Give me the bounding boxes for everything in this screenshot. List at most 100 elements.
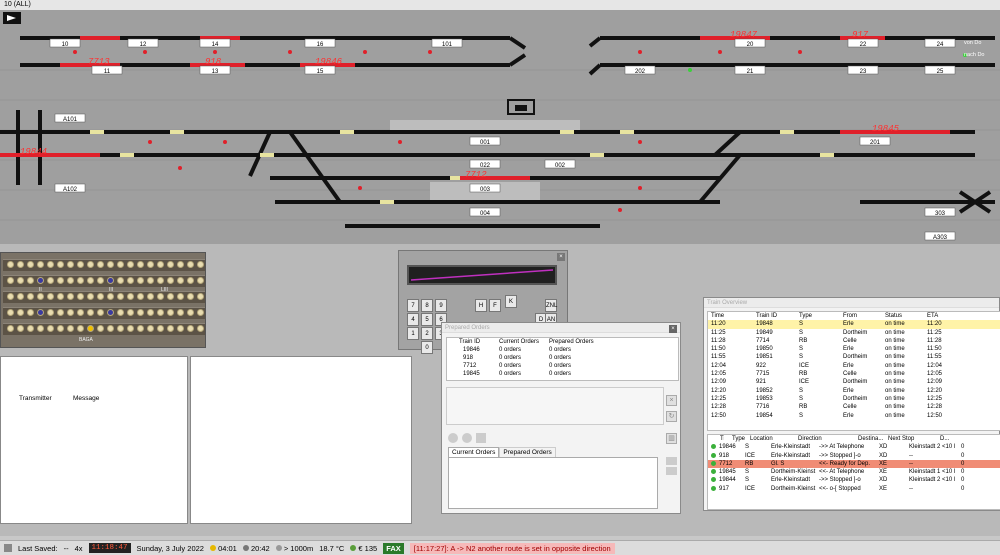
indicator-lamp[interactable] [37,277,44,284]
indicator-lamp[interactable] [187,277,194,284]
arrow-right-icon[interactable] [666,457,677,465]
indicator-lamp[interactable] [137,325,144,332]
indicator-lamp[interactable] [137,309,144,316]
indicator-lamp[interactable] [197,309,204,316]
table-row[interactable]: 12:25 19853 S Dortheim on time 12:25 [708,395,1000,403]
table-row[interactable]: 7712 0 orders 0 orders [447,362,678,370]
keypad-key[interactable]: 2 [421,327,433,340]
indicator-lamp[interactable] [47,309,54,316]
indicator-lamp[interactable] [157,293,164,300]
table-row[interactable]: 11:25 19849 S Dortheim on time 11:25 [708,329,1000,337]
close-icon[interactable]: × [666,395,677,406]
table-row[interactable]: 11:20 19848 S Erle on time 11:20 [708,320,1000,329]
indicator-lamp[interactable] [197,277,204,284]
table-row[interactable]: 917 ICE Dortheim-Kleinst <<- o-[ Stopped XE -… [708,485,1000,493]
indicator-lamp[interactable] [27,309,34,316]
indicator-lamp[interactable] [147,309,154,316]
indicator-lamp[interactable] [47,277,54,284]
table-row[interactable]: 918 0 orders 0 orders [447,354,678,362]
tab-current-orders[interactable]: Current Orders [448,447,500,457]
indicator-lamp[interactable] [67,309,74,316]
active-trains-table[interactable]: Trai... Type Location Direction Destina.… [707,434,1000,510]
indicator-lamp[interactable] [87,293,94,300]
indicator-lamp[interactable] [117,309,124,316]
record-icon[interactable] [462,433,472,443]
indicator-lamp[interactable] [167,309,174,316]
table-row[interactable]: 19844 S Erle-Kleinstadt ->> Stopped ]-o XD Kl… [708,476,1000,484]
indicator-lamp[interactable] [67,261,74,268]
table-row[interactable]: 11:28 7714 RB Celle on time 11:28 [708,337,1000,345]
indicator-lamp[interactable] [97,277,104,284]
indicator-lamp[interactable] [67,325,74,332]
indicator-lamp[interactable] [57,293,64,300]
indicator-lamp[interactable] [77,325,84,332]
indicator-lamp[interactable] [27,293,34,300]
indicator-lamp[interactable] [157,261,164,268]
message-log-right[interactable] [190,356,412,524]
table-row[interactable]: 12:50 19854 S Erle on time 12:50 [708,412,1000,420]
message-log-left[interactable]: Transmitter Message [0,356,188,524]
close-icon[interactable]: × [557,253,565,261]
prepared-orders-window[interactable]: Prepared Orders × Train ID Current Order… [441,322,681,514]
table-row[interactable]: 12:09 921 ICE Dortheim on time 12:09 [708,378,1000,386]
indicator-lamp[interactable] [77,261,84,268]
indicator-lamp[interactable] [37,293,44,300]
keypad-key[interactable]: 7 [407,299,419,312]
indicator-lamp[interactable] [77,277,84,284]
indicator-lamp[interactable] [7,293,14,300]
indicator-lamp[interactable] [127,309,134,316]
indicator-lamp[interactable] [97,293,104,300]
keypad-key[interactable]: 0 [421,341,433,354]
indicator-lamp[interactable] [67,293,74,300]
table-row[interactable]: 19845 0 orders 0 orders [447,370,678,378]
indicator-lamp[interactable] [87,261,94,268]
table-row[interactable]: 19845 S Dortheim-Kleinst <<- At Telephone XE… [708,468,1000,476]
indicator-lamp[interactable] [57,325,64,332]
indicator-lamp[interactable] [167,293,174,300]
indicator-lamp[interactable] [27,277,34,284]
indicator-lamp[interactable] [127,293,134,300]
table-row[interactable]: 19846 S Erle-Kleinstadt ->> At Telephone XD K… [708,443,1000,451]
keypad-key[interactable]: ZNL [545,299,557,312]
keypad-key[interactable]: 5 [421,313,433,326]
indicator-lamp[interactable] [197,293,204,300]
upload-icon[interactable] [476,433,486,443]
indicator-lamp[interactable] [147,293,154,300]
indicator-lamp[interactable] [117,277,124,284]
indicator-lamp[interactable] [97,309,104,316]
indicator-lamp[interactable] [87,277,94,284]
indicator-lamp[interactable] [47,325,54,332]
table-row[interactable]: 7712 RB Gl. S <<- Ready for Dep. XE -- 0 [708,459,1000,469]
indicator-lamp[interactable] [187,325,194,332]
indicator-lamp[interactable] [187,309,194,316]
table-row[interactable]: 11:50 19850 S Erle on time 11:50 [708,345,1000,353]
indicator-lamp[interactable] [37,325,44,332]
indicator-lamp[interactable] [137,293,144,300]
indicator-lamp[interactable] [7,325,14,332]
indicator-lamp[interactable] [67,277,74,284]
orders-list-area[interactable] [448,457,658,509]
indicator-lamp[interactable] [107,277,114,284]
save-icon[interactable] [4,544,12,552]
indicator-lamp[interactable] [127,261,134,268]
indicator-lamp[interactable] [177,309,184,316]
indicator-lamp[interactable] [107,293,114,300]
alert-message[interactable]: [11:17:27]: A -> N2 another route is set… [409,542,615,554]
table-row[interactable]: 12:20 19852 S Erle on time 12:20 [708,387,1000,395]
indicator-lamp[interactable] [7,261,14,268]
orders-table[interactable]: Train ID Current Orders Prepared Orders … [446,337,679,381]
indicator-lamp[interactable] [27,261,34,268]
indicator-lamp[interactable] [27,325,34,332]
indicator-lamp[interactable] [77,293,84,300]
table-row[interactable]: 918 ICE Erle-Kleinstadt ->> Stopped ]-o XD --… [708,452,1000,460]
keypad-key[interactable]: H [475,299,487,312]
indicator-lamp[interactable] [17,277,24,284]
indicator-lamp[interactable] [187,293,194,300]
speed-multiplier[interactable]: 4x [75,544,83,553]
table-row[interactable]: 11:55 19851 S Dortheim on time 11:55 [708,353,1000,361]
indicator-lamp[interactable] [117,293,124,300]
close-icon[interactable]: × [669,325,677,333]
indicator-lamp[interactable] [127,277,134,284]
indicator-lamp[interactable] [107,325,114,332]
record-icon[interactable] [448,433,458,443]
